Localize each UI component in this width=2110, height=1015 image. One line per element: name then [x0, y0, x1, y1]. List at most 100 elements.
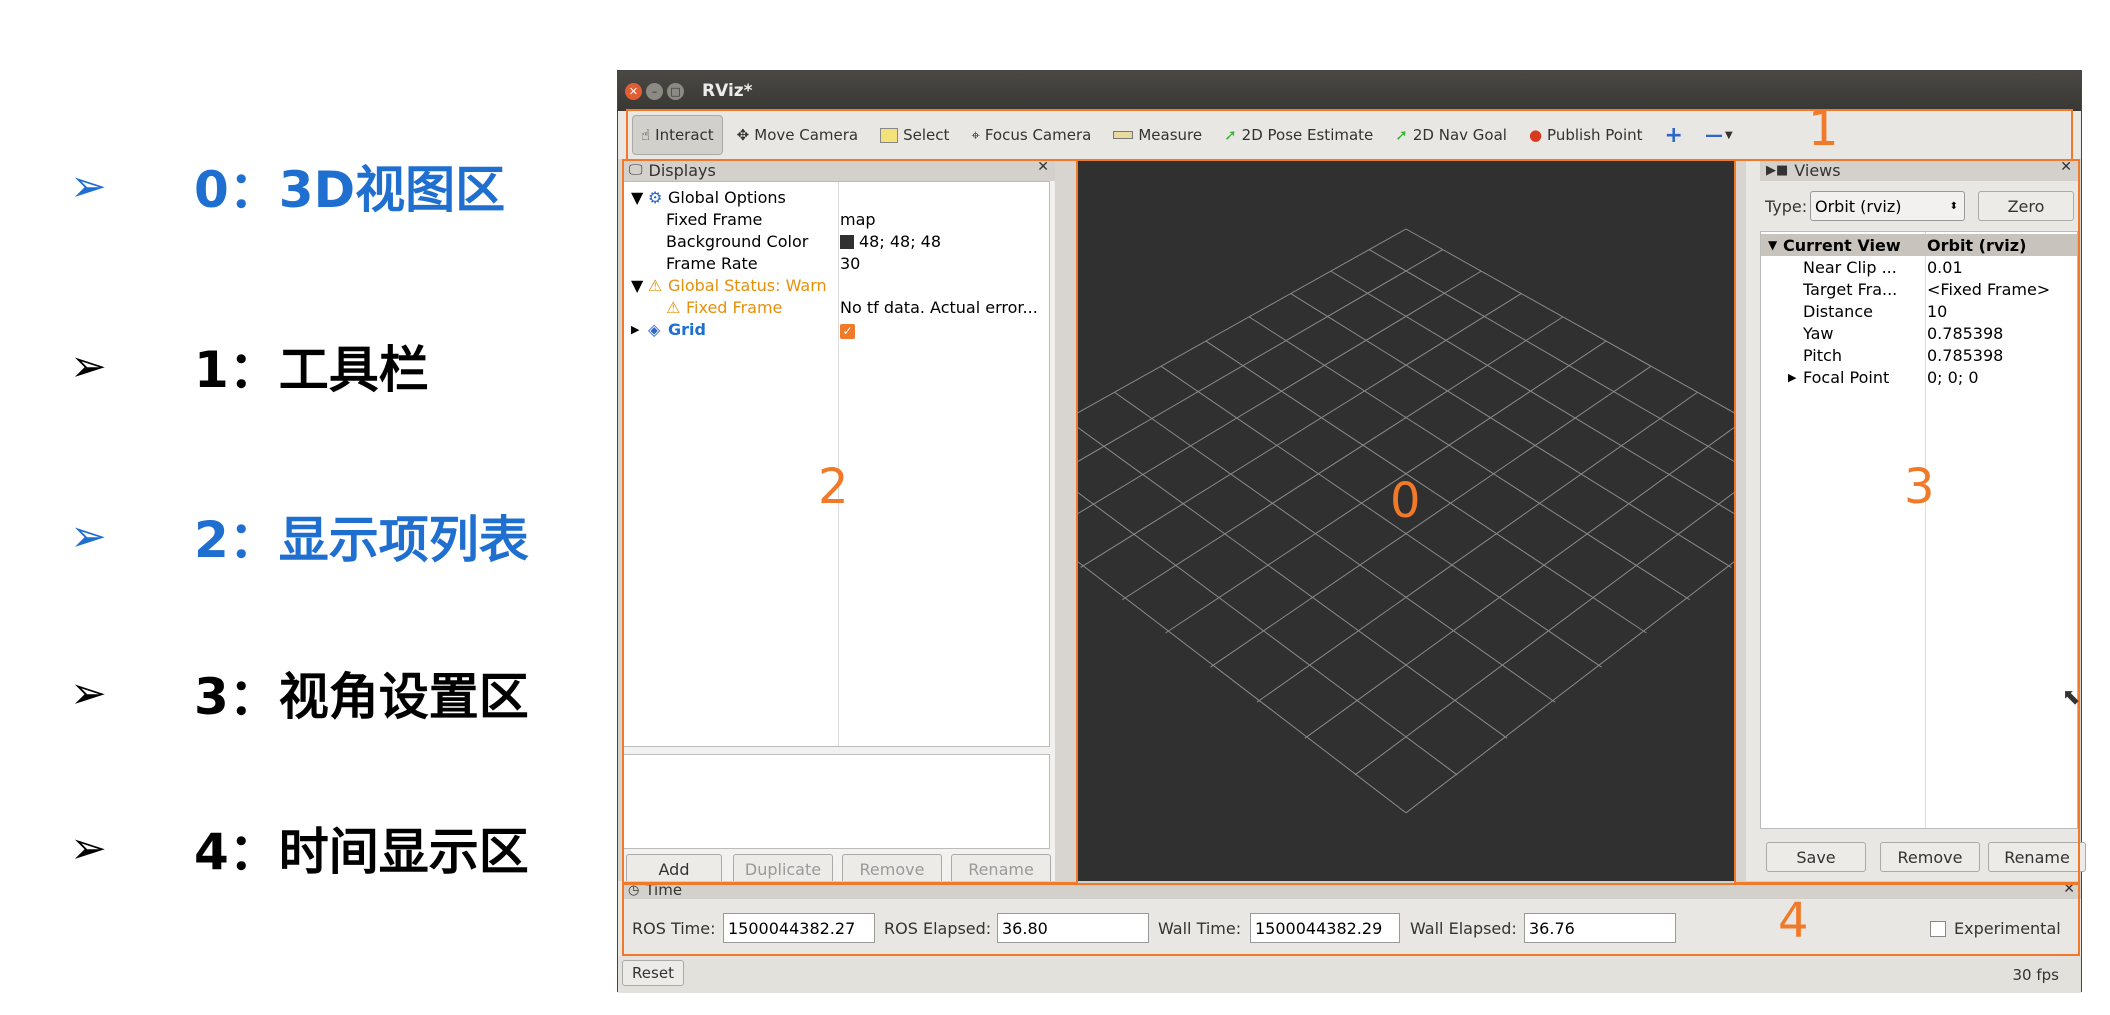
ros-elapsed-field[interactable]: 36.80 — [997, 913, 1149, 943]
tool-select[interactable]: Select — [872, 116, 957, 154]
plus-icon: + — [1664, 122, 1683, 148]
add-button[interactable]: Add — [626, 854, 722, 884]
rename-button[interactable]: Rename — [951, 854, 1051, 884]
tree-row-current-view[interactable]: ▼ Current View Orbit (rviz) — [1761, 234, 2077, 256]
type-select[interactable]: Orbit (rviz) ⬍ — [1810, 191, 1965, 221]
close-icon[interactable]: ✕ — [1037, 159, 1049, 175]
close-icon[interactable]: ✕ — [625, 82, 642, 100]
tree-value[interactable]: 0.01 — [1927, 258, 1963, 277]
time-header: ◷ Time ✕ — [622, 881, 2081, 899]
pin-icon: ● — [1528, 126, 1543, 144]
legend-item-0: ➢ 0：3D视图区 — [70, 150, 505, 222]
checkbox-icon — [1930, 920, 1946, 937]
expand-arrow-icon[interactable]: ▼ — [631, 188, 643, 207]
grid-line — [1205, 340, 1647, 634]
tree-value[interactable]: 30 — [840, 254, 860, 273]
arrow-icon: ➢ — [70, 160, 107, 212]
tree-row-global-options[interactable]: ▼ ⚙ Global Options — [624, 186, 1049, 208]
grid-line — [1080, 293, 1522, 568]
tree-row-distance[interactable]: Distance 10 — [1761, 300, 2077, 322]
wall-elapsed-label: Wall Elapsed: — [1410, 919, 1517, 938]
add-tool-button[interactable]: + — [1657, 116, 1691, 154]
tool-2d-pose-estimate[interactable]: ➚ 2D Pose Estimate — [1216, 116, 1381, 154]
wall-time-field[interactable]: 1500044382.29 — [1250, 913, 1400, 943]
tool-label: Move Camera — [754, 126, 859, 144]
tree-row-fixed-frame-warn[interactable]: ⚠ Fixed Frame No tf data. Actual error..… — [624, 296, 1049, 318]
tree-row-fixed-frame[interactable]: Fixed Frame map — [624, 208, 1049, 230]
grid-line — [1210, 365, 1652, 668]
tool-move-camera[interactable]: ✥ Move Camera — [729, 116, 866, 154]
tree-row-background-color[interactable]: Background Color 48; 48; 48 — [624, 230, 1049, 252]
tree-value[interactable]: <Fixed Frame> — [1927, 280, 2050, 299]
region-number-time: 4 — [1778, 893, 1809, 949]
tree-value[interactable]: 0; 0; 0 — [1927, 368, 1979, 387]
expand-arrow-icon[interactable]: ▶ — [1788, 371, 1796, 384]
tree-value[interactable]: 0.785398 — [1927, 324, 2003, 343]
tree-row-yaw[interactable]: Yaw 0.785398 — [1761, 322, 2077, 344]
expand-arrow-icon[interactable]: ▼ — [1768, 238, 1777, 252]
tree-row-near-clip[interactable]: Near Clip ... 0.01 — [1761, 256, 2077, 278]
tool-publish-point[interactable]: ● Publish Point — [1521, 116, 1651, 154]
close-icon[interactable]: ✕ — [2060, 159, 2072, 175]
type-label: Type: — [1765, 197, 1808, 216]
close-icon[interactable]: ✕ — [2063, 881, 2075, 897]
save-button[interactable]: Save — [1766, 842, 1866, 872]
move-camera-icon: ✥ — [736, 126, 750, 144]
legend-text: 3：视角设置区 — [194, 668, 529, 726]
tree-label: Fixed Frame — [666, 209, 763, 229]
tree-row-grid[interactable]: ▶ ◈ Grid ✓ — [624, 318, 1049, 340]
tool-interact[interactable]: ☝ Interact — [632, 115, 723, 155]
tree-value[interactable]: map — [840, 210, 876, 229]
gear-icon: ⚙ — [648, 187, 663, 207]
reset-button[interactable]: Reset — [622, 960, 684, 986]
window-title: RViz* — [702, 81, 753, 101]
checkbox-icon: ✓ — [840, 323, 855, 339]
time-panel: ◷ Time ✕ ROS Time: 1500044382.27 ROS Ela… — [618, 881, 2081, 956]
tree-label: Frame Rate — [666, 253, 758, 273]
tree-row-pitch[interactable]: Pitch 0.785398 — [1761, 344, 2077, 366]
remove-view-button[interactable]: Remove — [1880, 842, 1980, 872]
tree-value[interactable]: 0.785398 — [1927, 346, 2003, 365]
tree-row-focal-point[interactable]: ▶ Focal Point 0; 0; 0 — [1761, 366, 2077, 388]
expand-arrow-icon[interactable]: ▶ — [631, 323, 639, 336]
ros-time-field[interactable]: 1500044382.27 — [723, 913, 875, 943]
tree-row-target-frame[interactable]: Target Fra... <Fixed Frame> — [1761, 278, 2077, 300]
expand-arrow-icon[interactable]: ▼ — [631, 276, 643, 295]
measure-icon — [1113, 131, 1134, 139]
chevron-down-icon: ▼ — [1724, 129, 1733, 141]
tree-value[interactable]: 10 — [1927, 302, 1947, 321]
tool-measure[interactable]: Measure — [1105, 116, 1210, 154]
minimize-icon[interactable]: – — [646, 82, 663, 100]
displays-header: 🖵 Displays ✕ — [623, 159, 1055, 181]
tree-value[interactable]: 48; 48; 48 — [840, 232, 941, 251]
remove-tool-button[interactable]: — ▼ — [1697, 116, 1741, 154]
grid-line — [1160, 365, 1602, 668]
rename-view-button[interactable]: Rename — [1988, 842, 2086, 872]
experimental-label: Experimental — [1954, 919, 2061, 938]
zero-button[interactable]: Zero — [1978, 191, 2074, 221]
tool-focus-camera[interactable]: ⌖ Focus Camera — [963, 116, 1099, 154]
tool-2d-nav-goal[interactable]: ➚ 2D Nav Goal — [1387, 116, 1515, 154]
tree-row-frame-rate[interactable]: Frame Rate 30 — [624, 252, 1049, 274]
status-bar: Reset 30 fps — [618, 956, 2081, 993]
tree-label: Pitch — [1803, 345, 1842, 365]
tree-label: Focal Point — [1803, 367, 1890, 387]
grid-checkbox[interactable]: ✓ — [840, 320, 855, 339]
grid-line — [1114, 391, 1556, 703]
legend-item-2: ➢ 2：显示项列表 — [70, 500, 529, 572]
tree-value: Orbit (rviz) — [1927, 235, 2027, 255]
experimental-checkbox[interactable]: Experimental — [1930, 919, 2061, 938]
wall-elapsed-field[interactable]: 36.76 — [1524, 913, 1676, 943]
toolbar: ☝ Interact ✥ Move Camera Select ⌖ Focus Cam… — [618, 111, 2081, 159]
remove-button[interactable]: Remove — [842, 854, 942, 884]
type-value: Orbit (rviz) — [1815, 196, 1902, 216]
tree-label: Global Status: Warn — [668, 275, 827, 295]
maximize-icon[interactable]: □ — [667, 82, 684, 100]
duplicate-button[interactable]: Duplicate — [733, 854, 833, 884]
minus-icon: — — [1704, 124, 1723, 146]
focus-camera-icon: ⌖ — [971, 126, 980, 144]
legend-text: 0：3D视图区 — [194, 161, 506, 219]
tree-row-global-status[interactable]: ▼ ⚠ Global Status: Warn — [624, 274, 1049, 296]
grid-line — [1078, 561, 1407, 814]
pose-arrow-icon: ➚ — [1224, 126, 1237, 144]
